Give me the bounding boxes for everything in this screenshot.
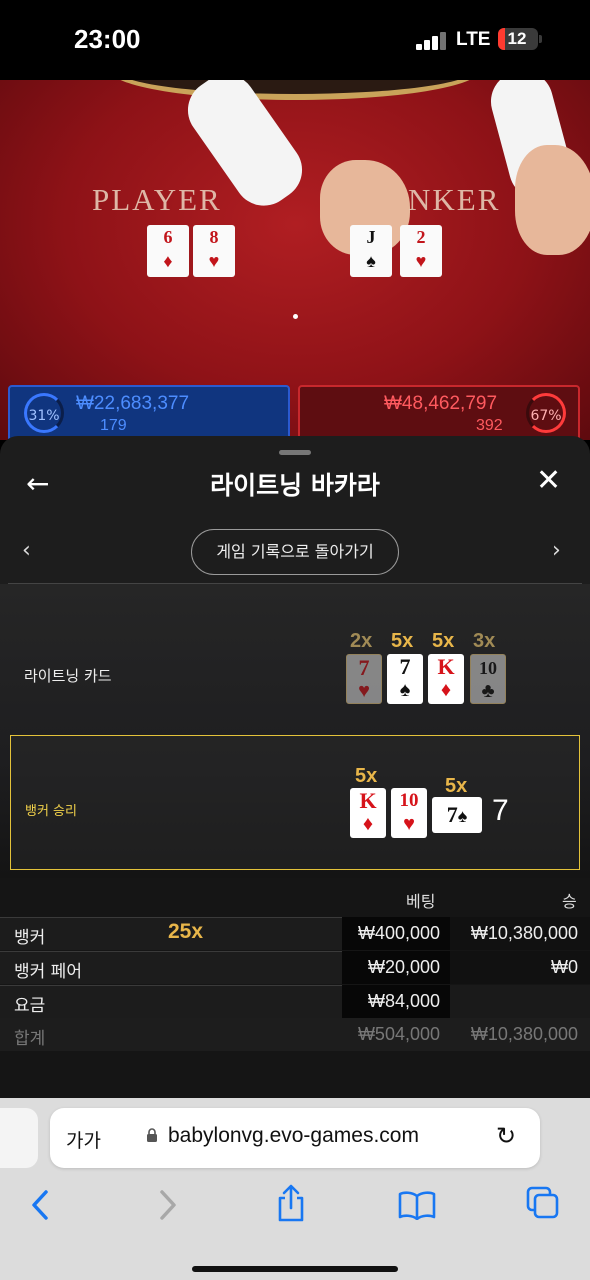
table-edge xyxy=(110,80,480,100)
chevron-right-icon[interactable]: › xyxy=(552,538,561,563)
player-card: 6 ♦ xyxy=(147,225,189,277)
lightning-multiplier: 3x xyxy=(473,630,496,652)
lightning-multiplier: 2x xyxy=(350,630,373,652)
back-to-history-button[interactable]: 게임 기록으로 돌아가기 xyxy=(191,529,399,575)
player-count: 179 xyxy=(100,417,127,434)
banker-area-label: NKER xyxy=(408,182,501,217)
dealer-hand xyxy=(515,145,590,255)
player-card: 8 ♥ xyxy=(193,225,235,277)
lightning-multiplier: 5x xyxy=(391,630,414,652)
battery-icon: 12 xyxy=(498,28,542,50)
lightning-card: 7 ♠ xyxy=(387,654,423,704)
home-indicator xyxy=(192,1266,398,1272)
back-icon[interactable] xyxy=(30,1190,50,1220)
result-multiplier: 5x xyxy=(445,775,468,797)
banker-card: 2 ♥ xyxy=(400,225,442,277)
banker-score: 7 xyxy=(492,794,509,827)
lightning-multiplier: 5x xyxy=(432,630,455,652)
player-bet-panel: 31% ₩22,683,377 179 xyxy=(8,385,290,440)
result-multiplier: 5x xyxy=(355,765,378,787)
lightning-cards-label: 라이트닝 카드 xyxy=(24,667,112,685)
table-total-row: 합계 ₩504,000 ₩10,380,000 xyxy=(0,1018,590,1051)
game-history-sheet: ← 라이트닝 바카라 ✕ ‹ 게임 기록으로 돌아가기 › 라이트닝 카드 2x… xyxy=(0,436,590,1098)
sheet-drag-handle[interactable] xyxy=(279,450,311,455)
tabs-icon[interactable] xyxy=(526,1186,560,1220)
table-marker xyxy=(293,314,298,319)
bet-table: 베팅 승 뱅커 25x ₩400,000 ₩10,380,000 뱅커 페어 ₩… xyxy=(0,878,590,1098)
banker-count: 392 xyxy=(476,417,503,434)
banker-pct: 67% xyxy=(526,393,566,433)
status-time: 23:00 xyxy=(74,24,141,54)
bookmarks-icon[interactable] xyxy=(398,1190,436,1220)
row-bet: ₩400,000 xyxy=(357,923,440,943)
url-text[interactable]: babylonvg.evo-games.com xyxy=(168,1124,419,1148)
player-pct: 31% xyxy=(24,393,64,433)
lightning-card: K ♦ xyxy=(428,654,464,704)
table-row: 뱅커 페어 ₩20,000 ₩0 xyxy=(0,951,590,984)
result-card-sideways: 7♠ xyxy=(432,797,482,833)
chevron-left-icon[interactable]: ‹ xyxy=(22,538,31,563)
text-size-button[interactable]: 가가 xyxy=(66,1126,101,1153)
status-bar: 23:00 LTE 12 xyxy=(0,0,590,80)
table-row: 뱅커 25x ₩400,000 ₩10,380,000 xyxy=(0,917,590,950)
total-label: 합계 xyxy=(14,1029,46,1049)
reload-icon[interactable]: ↻ xyxy=(496,1122,516,1150)
battery-level: 12 xyxy=(507,29,527,48)
result-card: 10 ♥ xyxy=(391,788,427,838)
total-bet: ₩504,000 xyxy=(357,1024,440,1044)
previous-tab[interactable] xyxy=(0,1108,38,1168)
banker-win-label: 뱅커 승리 xyxy=(25,804,77,819)
bet-header: 베팅 xyxy=(406,892,436,911)
share-icon[interactable] xyxy=(276,1184,306,1222)
lightning-card: 7 ♥ xyxy=(346,654,382,704)
sheet-title: 라이트닝 바카라 xyxy=(210,471,380,500)
lock-icon xyxy=(147,1128,157,1142)
table-row: 요금 ₩84,000 xyxy=(0,985,590,1018)
banker-bet-panel: ₩48,462,797 392 67% xyxy=(298,385,580,440)
row-multiplier: 25x xyxy=(168,920,204,943)
row-label: 뱅커 xyxy=(14,928,46,948)
row-bet: ₩20,000 xyxy=(367,957,440,977)
network-type: LTE xyxy=(456,29,491,50)
total-win: ₩10,380,000 xyxy=(470,1024,578,1044)
row-win: ₩10,380,000 xyxy=(470,923,578,943)
game-video: PLAYER NKER 6 ♦ 8 ♥ J ♠ 2 ♥ 31% ₩22,683,377 … xyxy=(0,80,590,440)
banker-card: J ♠ xyxy=(350,225,392,277)
row-win: ₩0 xyxy=(551,957,578,977)
row-label: 요금 xyxy=(14,996,46,1016)
row-label: 뱅커 페어 xyxy=(14,962,82,982)
player-area-label: PLAYER xyxy=(92,182,222,217)
banker-amount: ₩48,462,797 xyxy=(384,393,498,414)
row-bet: ₩84,000 xyxy=(367,991,440,1011)
signal-icon xyxy=(416,30,448,50)
close-icon[interactable]: ✕ xyxy=(536,464,561,498)
forward-icon[interactable] xyxy=(158,1190,178,1220)
browser-toolbar: 가가 babylonvg.evo-games.com ↻ xyxy=(0,1098,590,1280)
win-header: 승 xyxy=(562,892,577,911)
address-bar[interactable]: 가가 babylonvg.evo-games.com ↻ xyxy=(50,1108,540,1168)
result-card: K ♦ xyxy=(350,788,386,838)
player-amount: ₩22,683,377 xyxy=(76,393,190,414)
lightning-card: 10 ♣ xyxy=(470,654,506,704)
